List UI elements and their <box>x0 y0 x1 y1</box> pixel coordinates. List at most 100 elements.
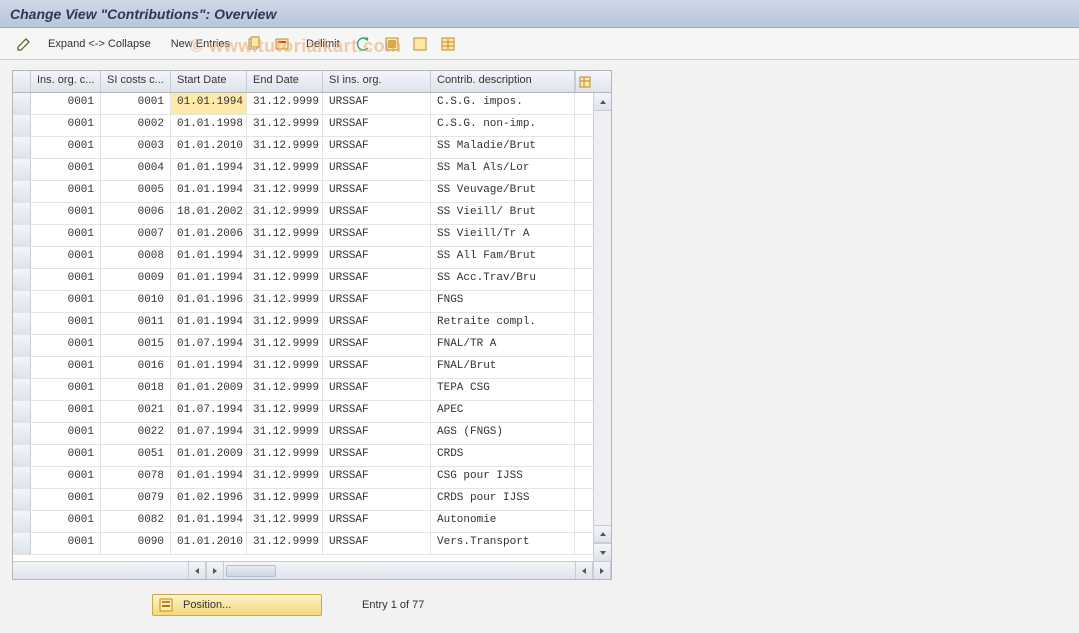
toggle-edit-icon[interactable] <box>12 33 36 55</box>
row-selector[interactable] <box>13 423 31 444</box>
cell-ins-org[interactable]: 0001 <box>31 159 101 180</box>
cell-si-ins-org[interactable]: URSSAF <box>323 247 431 268</box>
cell-si-ins-org[interactable]: URSSAF <box>323 93 431 114</box>
cell-end-date[interactable]: 31.12.9999 <box>247 93 323 114</box>
row-selector[interactable] <box>13 379 31 400</box>
cell-si-costs[interactable]: 0003 <box>101 137 171 158</box>
cell-si-costs[interactable]: 0051 <box>101 445 171 466</box>
cell-ins-org[interactable]: 0001 <box>31 93 101 114</box>
cell-start-date[interactable]: 01.01.2009 <box>171 379 247 400</box>
delete-icon[interactable] <box>270 33 294 55</box>
cell-ins-org[interactable]: 0001 <box>31 379 101 400</box>
table-settings-icon[interactable] <box>436 33 460 55</box>
cell-start-date[interactable]: 01.01.1996 <box>171 291 247 312</box>
cell-start-date[interactable]: 01.01.2006 <box>171 225 247 246</box>
cell-start-date[interactable]: 18.01.2002 <box>171 203 247 224</box>
horizontal-scrollbar[interactable] <box>13 561 611 579</box>
table-row[interactable]: 0001001801.01.200931.12.9999URSSAFTEPA C… <box>13 379 611 401</box>
cell-si-costs[interactable]: 0008 <box>101 247 171 268</box>
configure-columns-icon[interactable] <box>575 71 593 92</box>
cell-ins-org[interactable]: 0001 <box>31 225 101 246</box>
table-row[interactable]: 0001009001.01.201031.12.9999URSSAFVers.T… <box>13 533 611 555</box>
row-selector[interactable] <box>13 445 31 466</box>
cell-start-date[interactable]: 01.01.1994 <box>171 313 247 334</box>
scroll-left2-icon[interactable] <box>575 562 593 579</box>
col-header-si-ins-org[interactable]: SI ins. org. <box>323 71 431 92</box>
cell-end-date[interactable]: 31.12.9999 <box>247 445 323 466</box>
row-selector[interactable] <box>13 247 31 268</box>
cell-si-ins-org[interactable]: URSSAF <box>323 379 431 400</box>
cell-contrib-desc[interactable]: SS Vieill/ Brut <box>431 203 575 224</box>
table-row[interactable]: 0001007901.02.199631.12.9999URSSAFCRDS p… <box>13 489 611 511</box>
cell-contrib-desc[interactable]: CSG pour IJSS <box>431 467 575 488</box>
cell-ins-org[interactable]: 0001 <box>31 115 101 136</box>
row-selector[interactable] <box>13 401 31 422</box>
cell-start-date[interactable]: 01.01.1994 <box>171 511 247 532</box>
cell-si-ins-org[interactable]: URSSAF <box>323 335 431 356</box>
cell-si-ins-org[interactable]: URSSAF <box>323 313 431 334</box>
table-row[interactable]: 0001000801.01.199431.12.9999URSSAFSS All… <box>13 247 611 269</box>
cell-end-date[interactable]: 31.12.9999 <box>247 423 323 444</box>
undo-icon[interactable] <box>352 33 376 55</box>
select-all-icon[interactable] <box>380 33 404 55</box>
row-selector[interactable] <box>13 291 31 312</box>
cell-contrib-desc[interactable]: SS Veuvage/Brut <box>431 181 575 202</box>
table-row[interactable]: 0001000618.01.200231.12.9999URSSAFSS Vie… <box>13 203 611 225</box>
cell-start-date[interactable]: 01.01.1998 <box>171 115 247 136</box>
col-header-contrib[interactable]: Contrib. description <box>431 71 575 92</box>
cell-si-costs[interactable]: 0001 <box>101 93 171 114</box>
cell-end-date[interactable]: 31.12.9999 <box>247 269 323 290</box>
cell-contrib-desc[interactable]: SS All Fam/Brut <box>431 247 575 268</box>
scroll-down-icon[interactable] <box>594 543 611 561</box>
cell-si-costs[interactable]: 0079 <box>101 489 171 510</box>
cell-si-ins-org[interactable]: URSSAF <box>323 203 431 224</box>
row-selector[interactable] <box>13 533 31 554</box>
cell-si-costs[interactable]: 0004 <box>101 159 171 180</box>
cell-ins-org[interactable]: 0001 <box>31 203 101 224</box>
table-row[interactable]: 0001007801.01.199431.12.9999URSSAFCSG po… <box>13 467 611 489</box>
cell-end-date[interactable]: 31.12.9999 <box>247 313 323 334</box>
cell-contrib-desc[interactable]: CRDS <box>431 445 575 466</box>
cell-end-date[interactable]: 31.12.9999 <box>247 203 323 224</box>
row-selector[interactable] <box>13 115 31 136</box>
cell-start-date[interactable]: 01.01.1994 <box>171 93 247 114</box>
cell-contrib-desc[interactable]: FNGS <box>431 291 575 312</box>
cell-contrib-desc[interactable]: FNAL/TR A <box>431 335 575 356</box>
row-selector[interactable] <box>13 137 31 158</box>
row-selector[interactable] <box>13 159 31 180</box>
cell-ins-org[interactable]: 0001 <box>31 489 101 510</box>
cell-end-date[interactable]: 31.12.9999 <box>247 291 323 312</box>
scroll-left-icon[interactable] <box>188 562 206 579</box>
cell-ins-org[interactable]: 0001 <box>31 247 101 268</box>
hscroll-thumb[interactable] <box>226 565 276 577</box>
cell-si-costs[interactable]: 0021 <box>101 401 171 422</box>
row-selector[interactable] <box>13 203 31 224</box>
new-entries-button[interactable]: New Entries <box>163 38 238 50</box>
cell-ins-org[interactable]: 0001 <box>31 291 101 312</box>
row-selector[interactable] <box>13 511 31 532</box>
cell-end-date[interactable]: 31.12.9999 <box>247 401 323 422</box>
cell-contrib-desc[interactable]: SS Acc.Trav/Bru <box>431 269 575 290</box>
cell-contrib-desc[interactable]: Autonomie <box>431 511 575 532</box>
cell-start-date[interactable]: 01.07.1994 <box>171 423 247 444</box>
col-header-si-costs[interactable]: SI costs c... <box>101 71 171 92</box>
cell-start-date[interactable]: 01.01.1994 <box>171 247 247 268</box>
table-row[interactable]: 0001000701.01.200631.12.9999URSSAFSS Vie… <box>13 225 611 247</box>
cell-end-date[interactable]: 31.12.9999 <box>247 247 323 268</box>
scroll-up-icon[interactable] <box>594 93 611 111</box>
cell-start-date[interactable]: 01.01.1994 <box>171 357 247 378</box>
cell-contrib-desc[interactable]: SS Vieill/Tr A <box>431 225 575 246</box>
cell-end-date[interactable]: 31.12.9999 <box>247 137 323 158</box>
row-selector[interactable] <box>13 467 31 488</box>
table-row[interactable]: 0001000301.01.201031.12.9999URSSAFSS Mal… <box>13 137 611 159</box>
cell-si-costs[interactable]: 0018 <box>101 379 171 400</box>
cell-si-ins-org[interactable]: URSSAF <box>323 137 431 158</box>
cell-ins-org[interactable]: 0001 <box>31 335 101 356</box>
cell-start-date[interactable]: 01.01.2009 <box>171 445 247 466</box>
cell-ins-org[interactable]: 0001 <box>31 401 101 422</box>
cell-contrib-desc[interactable]: SS Mal Als/Lor <box>431 159 575 180</box>
cell-si-ins-org[interactable]: URSSAF <box>323 159 431 180</box>
table-row[interactable]: 0001000101.01.199431.12.9999URSSAFC.S.G.… <box>13 93 611 115</box>
col-header-selector[interactable] <box>13 71 31 92</box>
cell-ins-org[interactable]: 0001 <box>31 269 101 290</box>
